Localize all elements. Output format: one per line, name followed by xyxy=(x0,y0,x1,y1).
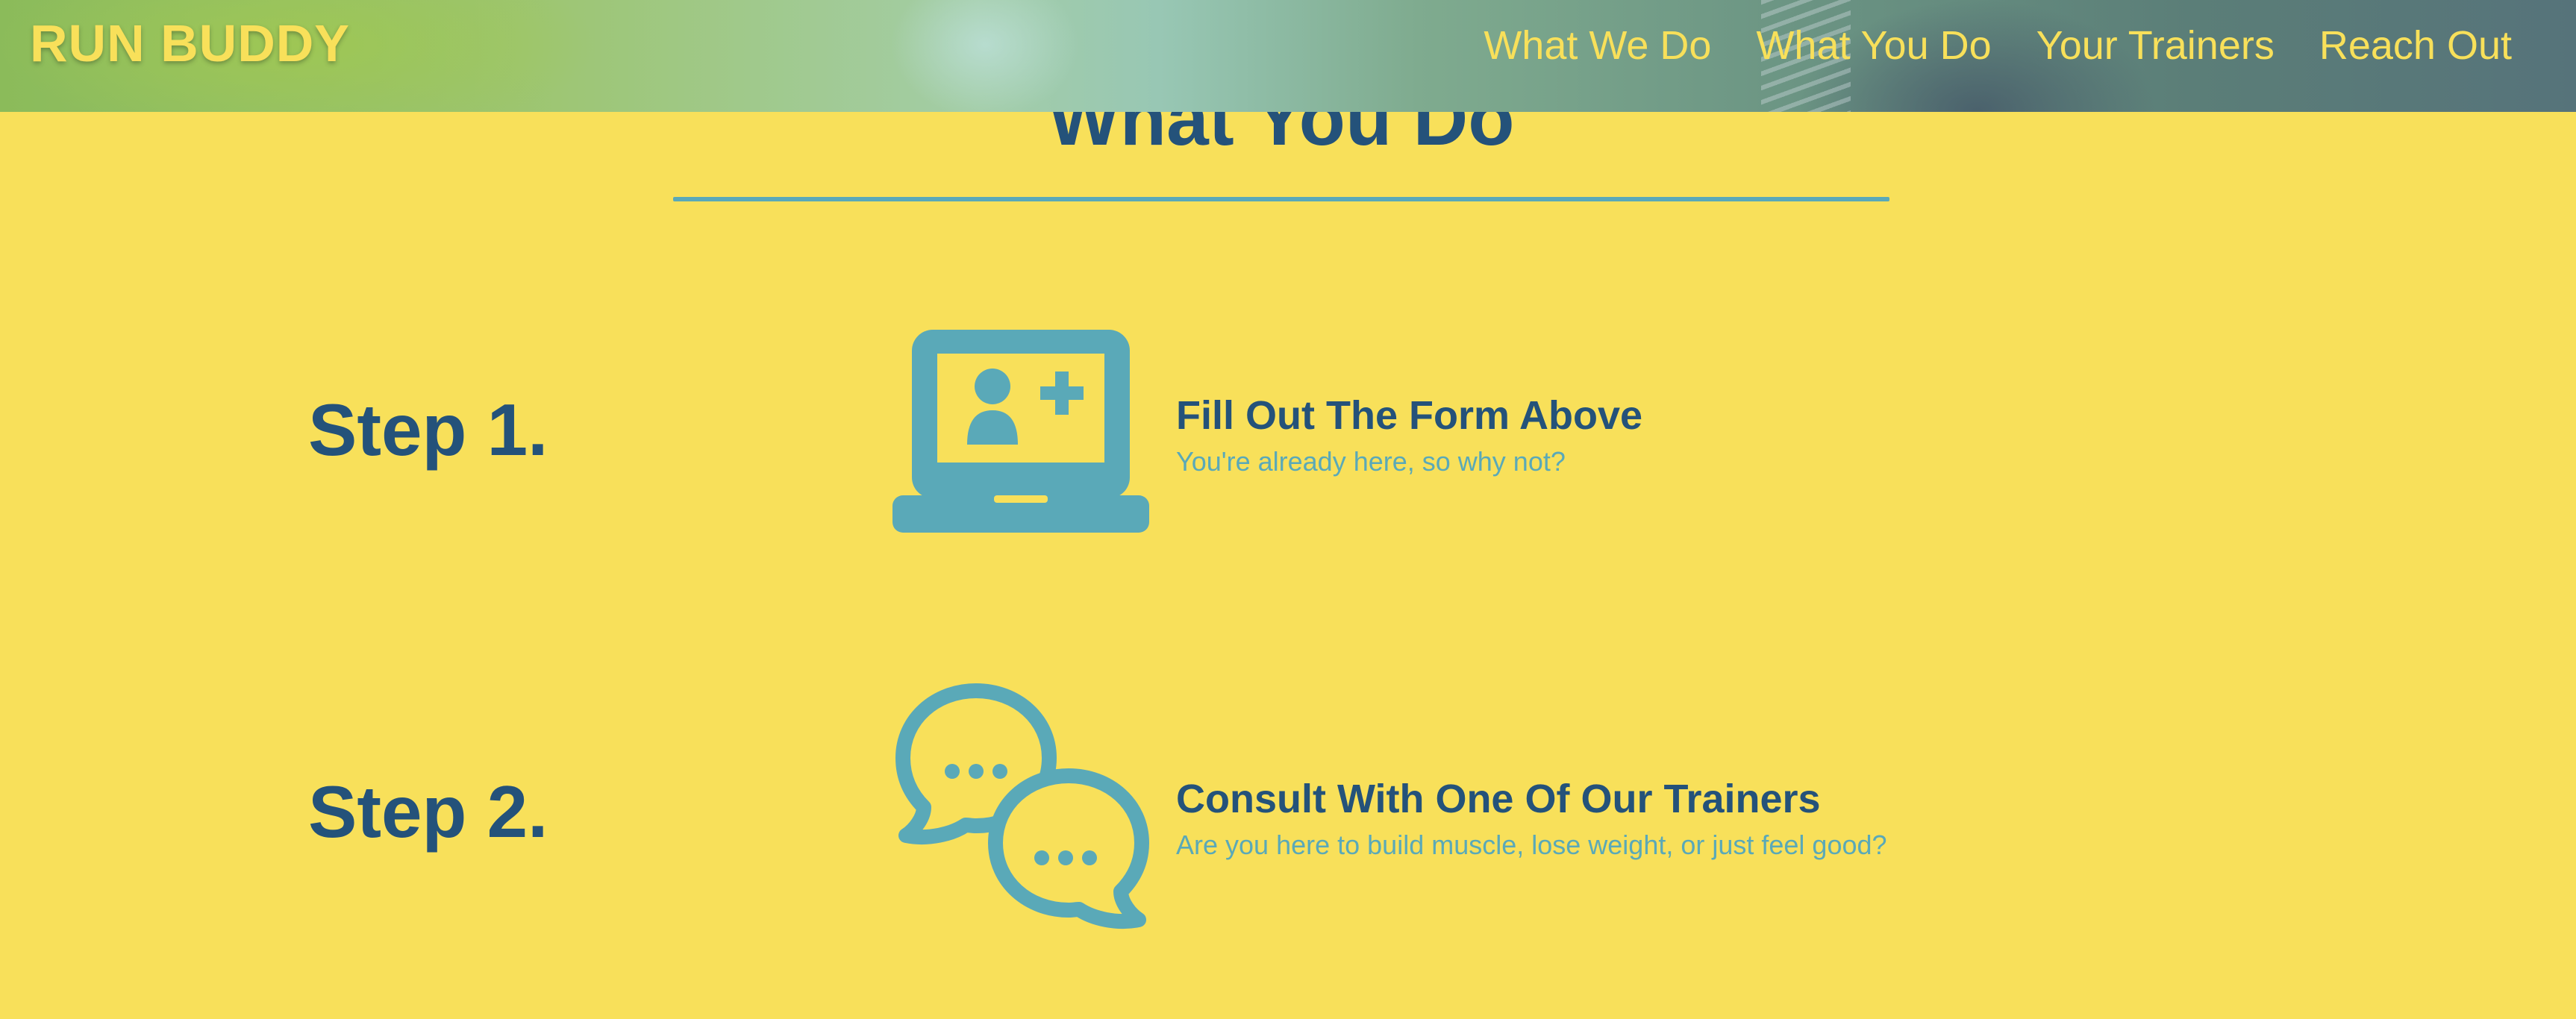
main-nav: What We Do What You Do Your Trainers Rea… xyxy=(1484,22,2512,69)
nav-link-what-you-do[interactable]: What You Do xyxy=(1756,22,1991,69)
chat-bubbles-icon xyxy=(892,683,1149,944)
step-1-heading: Fill Out The Form Above xyxy=(1176,393,1643,438)
step-2-description: Are you here to build muscle, lose weigh… xyxy=(1176,830,1887,860)
step-2-label: Step 2. xyxy=(308,771,548,853)
step-1-label: Step 1. xyxy=(308,389,548,471)
nav-link-your-trainers[interactable]: Your Trainers xyxy=(2036,22,2275,69)
nav-link-reach-out[interactable]: Reach Out xyxy=(2319,22,2512,69)
nav-link-what-we-do[interactable]: What We Do xyxy=(1484,22,1711,69)
section-divider xyxy=(673,197,1889,201)
laptop-add-user-icon xyxy=(892,327,1149,536)
page: RUN BUDDY What We Do What You Do Your Tr… xyxy=(0,0,2576,1019)
step-1-description: You're already here, so why not? xyxy=(1176,446,1566,477)
site-header: RUN BUDDY What We Do What You Do Your Tr… xyxy=(0,0,2576,112)
brand-logo[interactable]: RUN BUDDY xyxy=(30,13,350,73)
step-1-text: Fill Out The Form Above You're already h… xyxy=(1176,392,1642,477)
step-2-heading: Consult With One Of Our Trainers xyxy=(1176,777,1821,821)
step-2-text: Consult With One Of Our Trainers Are you… xyxy=(1176,776,1887,861)
